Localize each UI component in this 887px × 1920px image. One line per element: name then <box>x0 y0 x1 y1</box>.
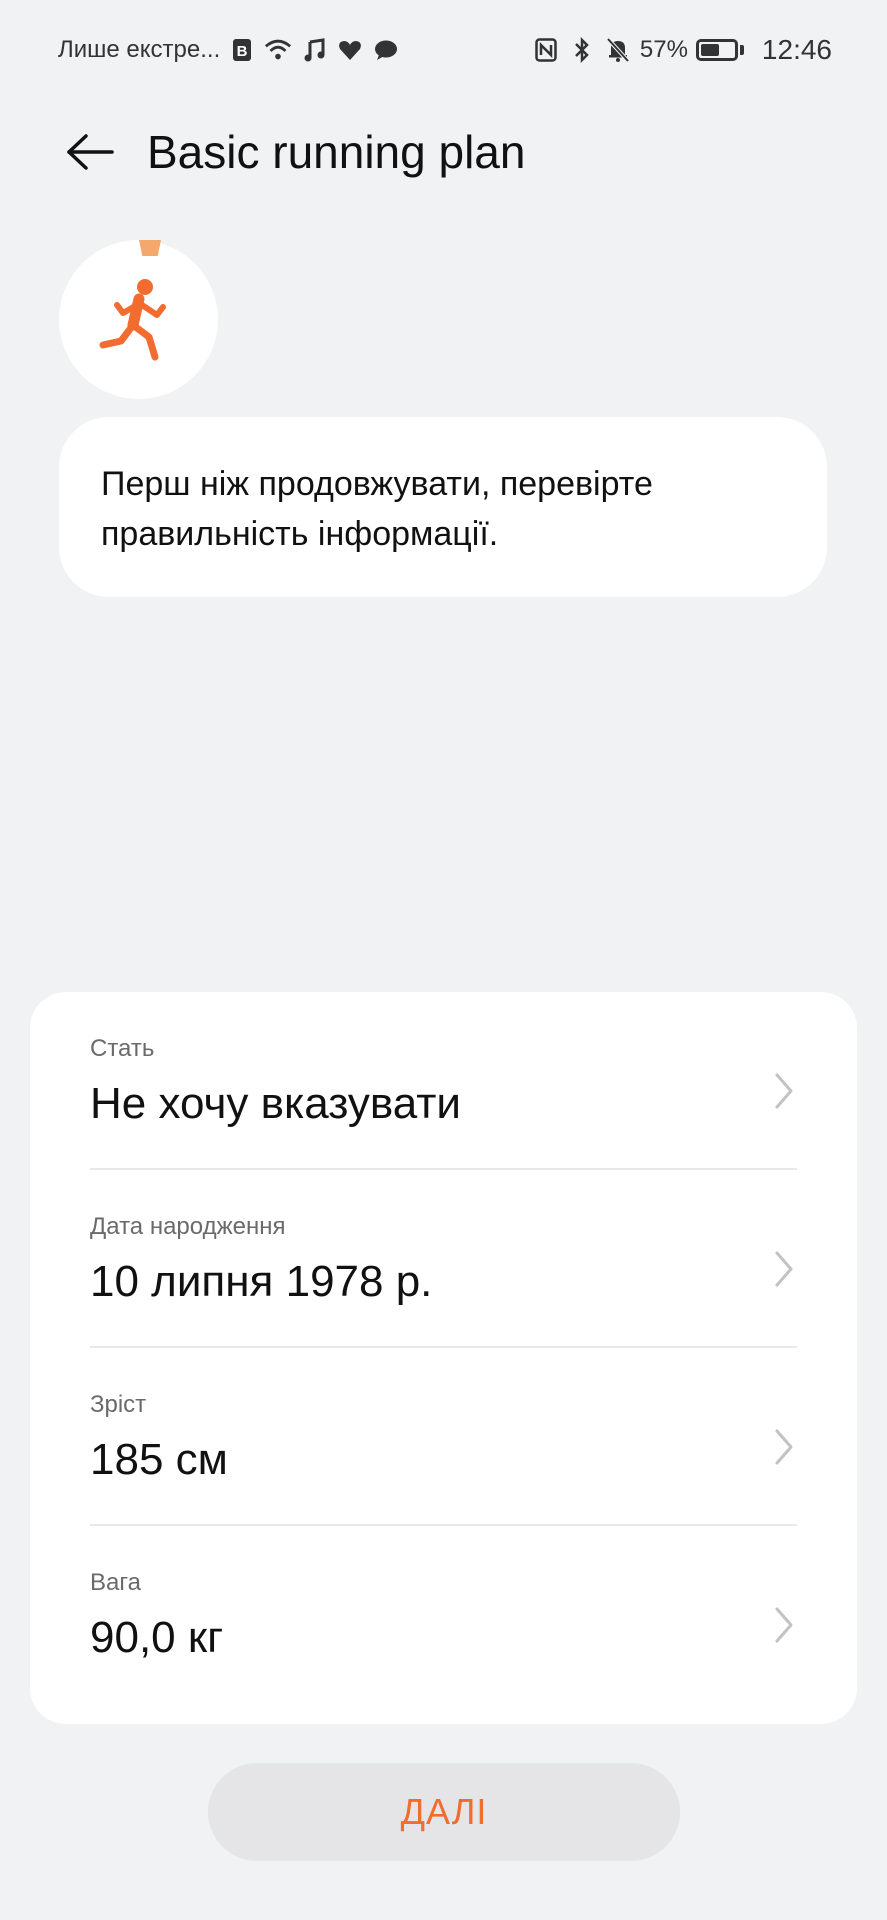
profile-card: Стать Не хочу вказувати Дата народження … <box>30 992 857 1724</box>
carrier-text: Лише екстре... <box>58 36 221 63</box>
row-label: Дата народження <box>90 1213 286 1240</box>
music-icon <box>300 36 328 64</box>
battery-percent: 57% <box>639 36 688 63</box>
silent-bell-icon <box>604 36 632 64</box>
info-text: Перш ніж продовжувати, перевірте правиль… <box>101 465 653 553</box>
chat-icon <box>372 36 400 64</box>
status-bar-right: 57% 12:46 <box>532 34 832 66</box>
header: Basic running plan <box>0 112 887 192</box>
chevron-right-icon <box>775 1251 793 1287</box>
row-birth-date[interactable]: Дата народження 10 липня 1978 р. <box>90 1170 797 1348</box>
row-value: 185 см <box>90 1435 228 1484</box>
b-icon: B <box>228 36 256 64</box>
row-value: 90,0 кг <box>90 1613 224 1662</box>
nfc-icon <box>532 36 560 64</box>
back-arrow-icon <box>67 134 114 170</box>
battery-icon <box>695 39 744 61</box>
heart-icon <box>336 36 364 64</box>
info-card: Перш ніж продовжувати, перевірте правиль… <box>59 417 827 597</box>
row-weight[interactable]: Вага 90,0 кг <box>90 1526 797 1704</box>
back-button[interactable] <box>55 117 125 187</box>
row-label: Вага <box>90 1569 141 1596</box>
status-bar: Лише екстре... B 57% 12:46 <box>0 0 887 100</box>
bluetooth-icon <box>568 36 596 64</box>
row-height[interactable]: Зріст 185 см <box>90 1348 797 1526</box>
status-bar-left: Лише екстре... B <box>58 36 400 64</box>
status-time: 12:46 <box>761 34 832 65</box>
row-value: Не хочу вказувати <box>90 1079 461 1128</box>
flag-icon <box>139 240 161 256</box>
plan-avatar <box>59 240 218 399</box>
svg-text:B: B <box>237 43 248 60</box>
row-label: Зріст <box>90 1391 147 1418</box>
wifi-icon <box>264 36 292 64</box>
chevron-right-icon <box>775 1073 793 1109</box>
page-title: Basic running plan <box>147 126 526 178</box>
running-person-icon <box>99 278 166 360</box>
row-gender[interactable]: Стать Не хочу вказувати <box>90 992 797 1170</box>
next-button[interactable]: ДАЛІ <box>208 1763 680 1861</box>
chevron-right-icon <box>775 1429 793 1465</box>
chevron-right-icon <box>775 1607 793 1643</box>
row-label: Стать <box>90 1035 155 1062</box>
row-value: 10 липня 1978 р. <box>90 1257 433 1306</box>
